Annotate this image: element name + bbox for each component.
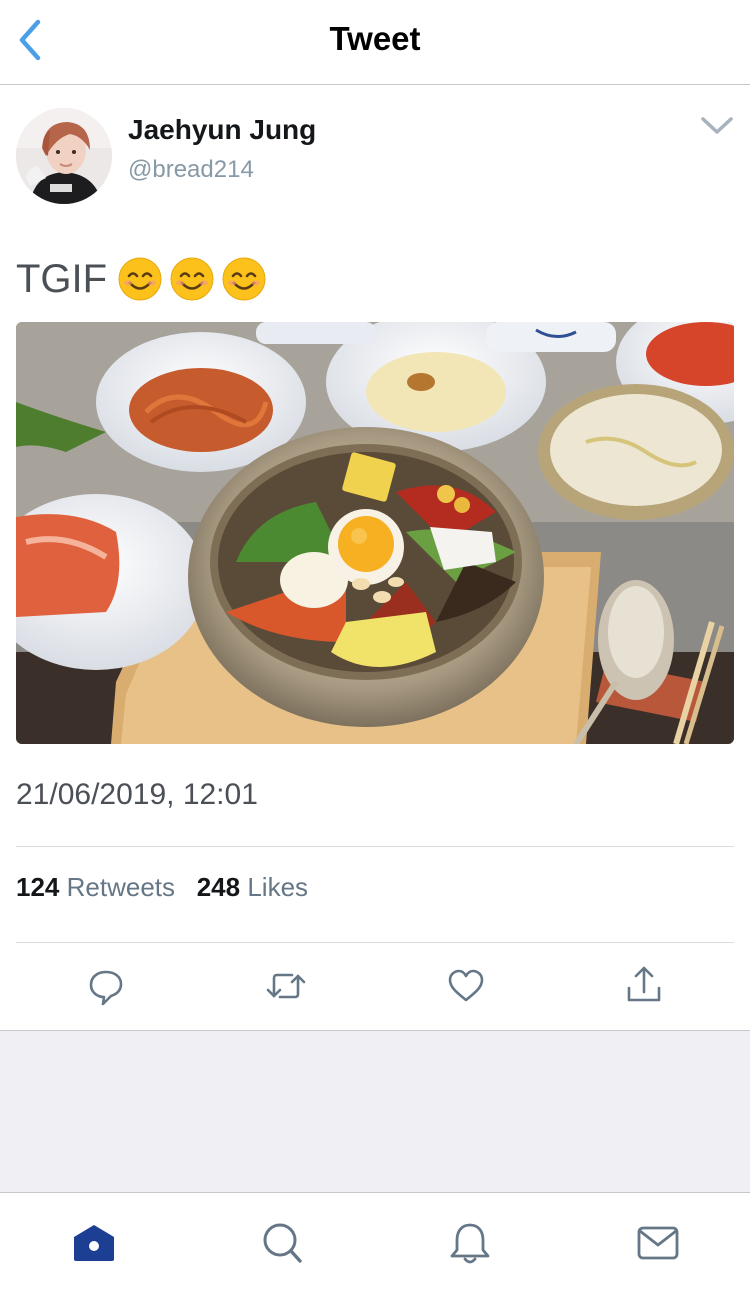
retweet-button[interactable] bbox=[264, 962, 308, 1010]
tab-home[interactable] bbox=[70, 1219, 118, 1267]
tweet-text-content: TGIF bbox=[16, 256, 108, 301]
share-button[interactable] bbox=[624, 962, 664, 1010]
tweet-media-image[interactable] bbox=[16, 322, 734, 744]
smiling-face-icon bbox=[118, 257, 162, 301]
like-icon bbox=[448, 969, 484, 1002]
divider bbox=[16, 942, 734, 943]
notifications-icon bbox=[450, 1223, 490, 1264]
retweets-count: 124 bbox=[16, 872, 60, 902]
likes-count: 248 bbox=[196, 872, 241, 902]
tweet-text: TGIF bbox=[16, 256, 267, 302]
like-button[interactable] bbox=[446, 962, 486, 1010]
empty-area bbox=[0, 1030, 750, 1193]
smiling-face-icon bbox=[222, 257, 266, 301]
author-name[interactable]: Jaehyun Jung bbox=[128, 114, 316, 146]
tweet-stats: 124 Retweets 248 Likes bbox=[16, 872, 308, 903]
home-icon bbox=[74, 1225, 114, 1261]
search-icon bbox=[263, 1223, 302, 1263]
avatar-image bbox=[16, 108, 112, 204]
tweet-actions bbox=[0, 962, 750, 1012]
retweets-label: Retweets bbox=[66, 872, 176, 902]
messages-icon bbox=[637, 1226, 679, 1260]
reply-icon bbox=[89, 970, 123, 1006]
likes-stat[interactable]: 248 Likes bbox=[197, 872, 308, 902]
share-icon bbox=[627, 966, 661, 1002]
smiling-face-icon bbox=[170, 257, 214, 301]
chevron-down-icon bbox=[701, 117, 733, 134]
tab-search[interactable] bbox=[258, 1219, 306, 1267]
tab-messages[interactable] bbox=[634, 1219, 682, 1267]
tweet-author: Jaehyun Jung @bread214 bbox=[16, 108, 734, 208]
reply-button[interactable] bbox=[86, 962, 126, 1010]
tab-notifications[interactable] bbox=[446, 1219, 494, 1267]
author-handle[interactable]: @bread214 bbox=[128, 156, 254, 184]
tweet-timestamp: 21/06/2019, 12:01 bbox=[16, 778, 258, 811]
emoji-group bbox=[117, 256, 267, 302]
avatar[interactable] bbox=[16, 108, 112, 204]
likes-label: Likes bbox=[247, 872, 309, 902]
bibimbap-photo bbox=[16, 322, 734, 744]
tweet-options-button[interactable] bbox=[700, 114, 734, 138]
page-title: Tweet bbox=[329, 20, 421, 57]
navigation-bar: Tweet bbox=[0, 0, 750, 85]
retweet-icon bbox=[266, 973, 306, 999]
divider bbox=[16, 846, 734, 847]
retweets-stat[interactable]: 124 Retweets bbox=[16, 872, 182, 902]
tab-bar bbox=[0, 1192, 750, 1290]
